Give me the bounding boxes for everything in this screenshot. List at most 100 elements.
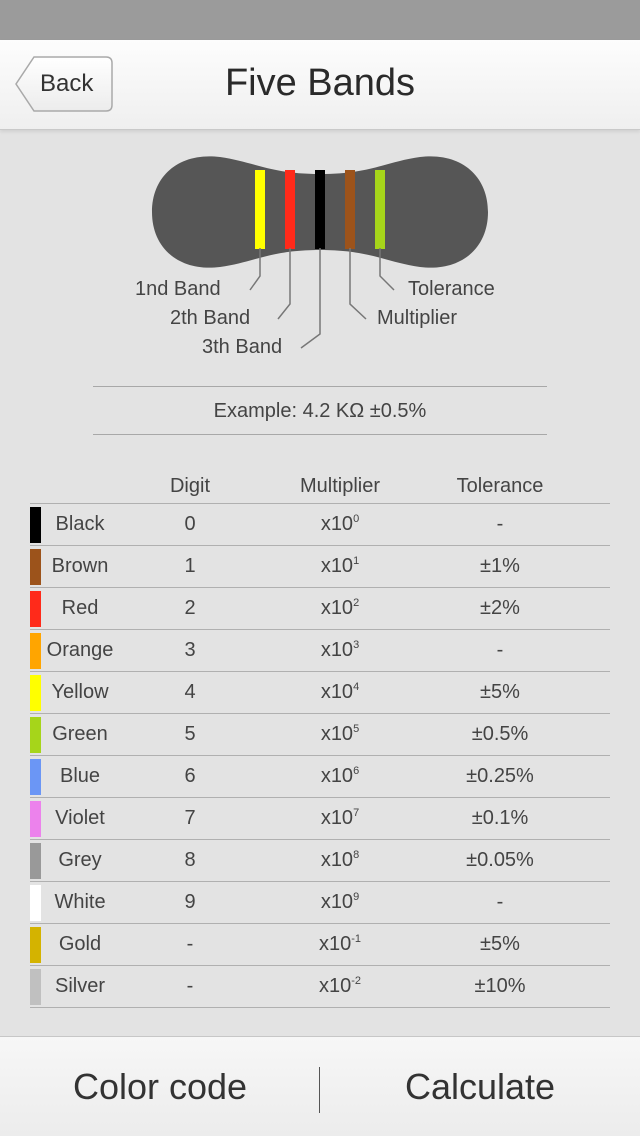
color-name: Gold <box>58 933 102 955</box>
multiplier-base: x10 <box>320 723 354 745</box>
resistor-band-multiplier <box>345 170 355 249</box>
color-name: Silver <box>54 975 105 997</box>
band3-label: 3th Band <box>202 336 283 358</box>
tolerance-value: - <box>496 513 504 535</box>
table-row: Green 5 x105 ±0.5% <box>30 714 610 756</box>
resistor-diagram: 1nd Band 2th Band 3th Band Multiplier To… <box>0 130 640 380</box>
multiplier-exponent: 0 <box>353 513 360 525</box>
multiplier-exponent: 7 <box>353 807 360 819</box>
tolerance-value: ±0.25% <box>466 765 534 787</box>
multiplier-value: x102 <box>270 597 410 620</box>
header-tolerance: Tolerance <box>456 475 544 497</box>
leader-line-band2 <box>277 248 291 320</box>
multiplier-exponent: -2 <box>351 975 362 987</box>
color-name: Grey <box>58 849 102 871</box>
multiplier-exponent: 9 <box>353 891 360 903</box>
resistor-band-band2 <box>285 170 295 249</box>
tab-calculate[interactable]: Calculate <box>320 1037 640 1136</box>
multiplier-exponent: 3 <box>353 639 360 651</box>
multiplier-exponent: 6 <box>353 765 360 777</box>
multiplier-exponent: 5 <box>353 723 360 735</box>
color-code-table: Black 0 x100- Brown 1 x101 ±1% Red 2 x102 ±2% Orang… <box>30 504 610 1008</box>
digit-value: - <box>186 975 194 997</box>
digit-value: 9 <box>184 891 196 913</box>
multiplier-exponent: 8 <box>353 849 360 861</box>
multiplier-exponent: 2 <box>353 597 360 609</box>
tolerance-value: ±5% <box>480 681 520 703</box>
table-row: Orange 3 x103- <box>30 630 610 672</box>
header-digit: Digit <box>169 475 210 497</box>
tolerance-label: Tolerance <box>408 278 495 300</box>
page-title: Five Bands <box>224 62 416 104</box>
color-name: Blue <box>59 765 101 787</box>
tab-bar: Color code Calculate <box>0 1036 640 1136</box>
resistor-band-band1 <box>255 170 265 249</box>
table-row: Silver - x10-2 ±10% <box>30 966 610 1008</box>
digit-value: 8 <box>184 849 196 871</box>
multiplier-base: x10 <box>320 849 354 871</box>
multiplier-value: x10-1 <box>270 933 410 956</box>
multiplier-base: x10 <box>320 891 354 913</box>
multiplier-value: x106 <box>270 765 410 788</box>
leader-line-multiplier <box>349 248 367 320</box>
multiplier-value: x101 <box>270 555 410 578</box>
multiplier-base: x10 <box>320 639 354 661</box>
color-name: Orange <box>46 639 114 661</box>
digit-value: - <box>186 933 194 955</box>
color-name: Black <box>55 513 105 535</box>
multiplier-base: x10 <box>320 765 354 787</box>
tolerance-value: ±0.1% <box>471 807 529 829</box>
tolerance-value: - <box>496 639 504 661</box>
tolerance-value: ±10% <box>474 975 526 997</box>
digit-value: 0 <box>184 513 196 535</box>
status-bar <box>0 0 640 40</box>
digit-value: 3 <box>184 639 196 661</box>
table-row: Yellow 4 x104 ±5% <box>30 672 610 714</box>
band2-label: 2th Band <box>170 307 251 329</box>
multiplier-value: x109 <box>270 891 410 914</box>
multiplier-base: x10 <box>318 975 352 997</box>
tolerance-value: ±0.5% <box>471 723 529 745</box>
table-row: Black 0 x100- <box>30 504 610 546</box>
header-multiplier: Multiplier <box>299 475 381 497</box>
table-row: Brown 1 x101 ±1% <box>30 546 610 588</box>
multiplier-value: x105 <box>270 723 410 746</box>
leader-lines <box>249 248 395 349</box>
multiplier-exponent: -1 <box>351 933 362 945</box>
multiplier-base: x10 <box>320 555 354 577</box>
multiplier-exponent: 4 <box>353 681 360 693</box>
digit-value: 1 <box>184 555 196 577</box>
tolerance-value: ±5% <box>480 933 520 955</box>
resistor-band-band3 <box>315 170 325 249</box>
digit-value: 5 <box>184 723 196 745</box>
table-row: Red 2 x102 ±2% <box>30 588 610 630</box>
leader-line-band3 <box>300 248 321 349</box>
table-row: Gold - x10-1 ±5% <box>30 924 610 966</box>
tolerance-value: ±2% <box>480 597 520 619</box>
tolerance-value: ±0.05% <box>466 849 534 871</box>
color-name: Red <box>61 597 99 619</box>
digit-value: 6 <box>184 765 196 787</box>
table-row: Violet 7 x107 ±0.1% <box>30 798 610 840</box>
multiplier-value: x107 <box>270 807 410 830</box>
table-row: White 9 x109- <box>30 882 610 924</box>
table-row: Grey 8 x108 ±0.05% <box>30 840 610 882</box>
color-name: Yellow <box>51 681 109 703</box>
digit-value: 7 <box>184 807 196 829</box>
example-value: Example: 4.2 KΩ ±0.5% <box>93 386 547 435</box>
multiplier-base: x10 <box>320 597 354 619</box>
table-row: Blue 6 x106 ±0.25% <box>30 756 610 798</box>
multiplier-base: x10 <box>320 513 354 535</box>
multiplier-base: x10 <box>320 807 354 829</box>
band1-label: 1nd Band <box>135 278 221 300</box>
multiplier-value: x103 <box>270 639 410 662</box>
digit-value: 4 <box>184 681 196 703</box>
multiplier-value: x100 <box>270 513 410 536</box>
multiplier-exponent: 1 <box>353 555 360 567</box>
digit-value: 2 <box>184 597 196 619</box>
color-name: White <box>54 891 106 913</box>
tab-color-code[interactable]: Color code <box>0 1037 320 1136</box>
multiplier-label: Multiplier <box>377 307 458 329</box>
table-header: Digit Multiplier Tolerance <box>30 472 610 504</box>
tolerance-value: ±1% <box>480 555 520 577</box>
